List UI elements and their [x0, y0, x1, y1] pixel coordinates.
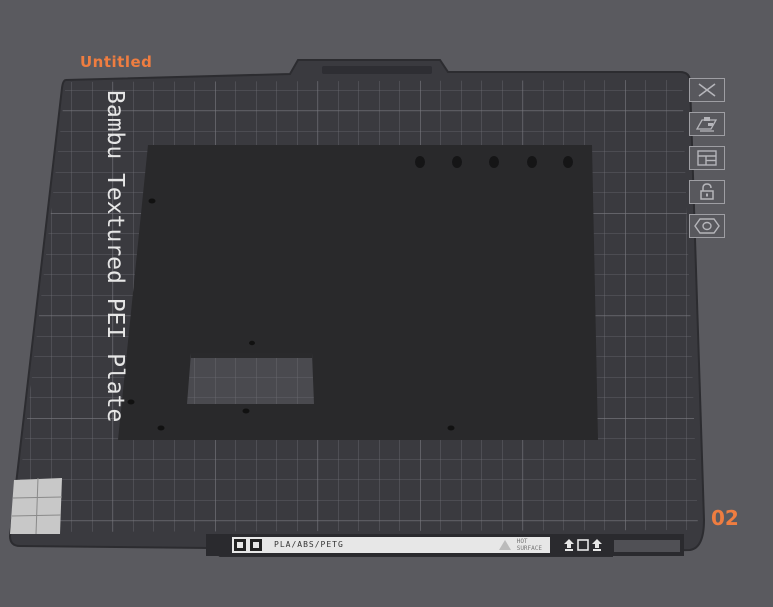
- layout-button[interactable]: [689, 146, 725, 170]
- 3d-viewport[interactable]: Untitled 02 Bambu Textured PEI Plate PLA…: [0, 0, 773, 607]
- settings-icon: [694, 218, 720, 234]
- qr-code-icon: [250, 539, 262, 551]
- close-icon: [698, 83, 716, 97]
- square-icon: [577, 539, 589, 551]
- warning-icon: [498, 540, 511, 550]
- delete-plate-button[interactable]: [689, 78, 725, 102]
- plate-symbols: [564, 538, 602, 552]
- qr-code-icon: [234, 539, 246, 551]
- plate-number: 02: [711, 506, 739, 530]
- filament-compat-label: PLA/ABS/PETG: [274, 540, 344, 549]
- upload-icon: [592, 539, 602, 551]
- hot-surface-line2: SURFACE: [516, 545, 542, 552]
- plate-info-strip: PLA/ABS/PETG HOT SURFACE: [232, 537, 550, 553]
- plate-settings-button[interactable]: [689, 214, 725, 238]
- hot-surface-line1: HOT: [516, 538, 528, 545]
- lock-icon: [700, 183, 714, 200]
- layout-icon: [697, 150, 717, 166]
- plate-title[interactable]: Untitled: [80, 53, 152, 71]
- plate-type-label: Bambu Textured PEI Plate: [102, 90, 128, 423]
- arrange-button[interactable]: [689, 112, 725, 136]
- plate-toolbar: [689, 78, 729, 238]
- lock-button[interactable]: [689, 180, 725, 204]
- hot-surface-warning: HOT SURFACE: [498, 538, 542, 552]
- plate-corner-pad: [10, 477, 63, 535]
- arrange-icon: [695, 117, 718, 132]
- upload-icon: [564, 539, 574, 551]
